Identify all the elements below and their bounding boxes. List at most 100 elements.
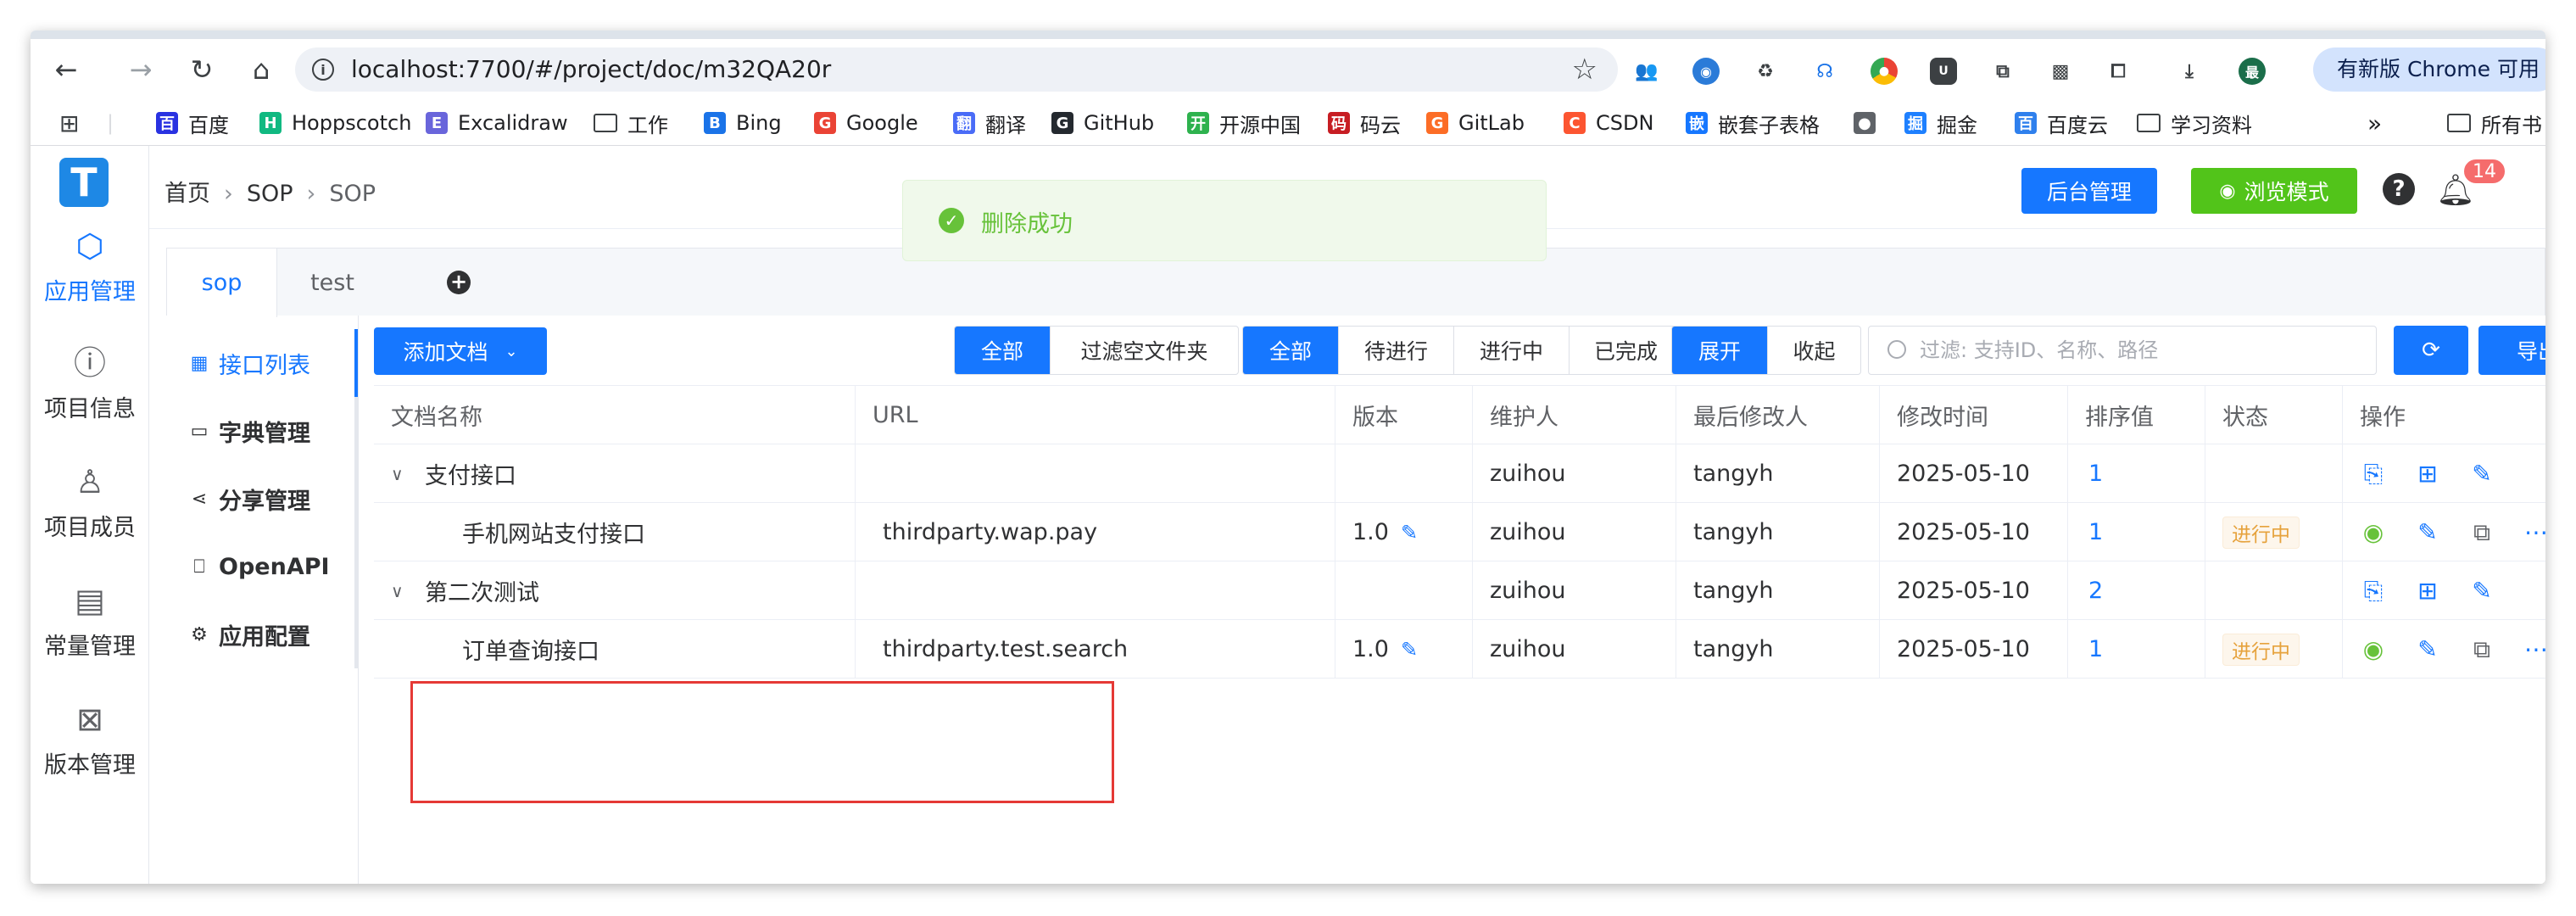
order-value[interactable]: 1 (2088, 461, 2103, 487)
add-folder-icon[interactable]: ⊞ (2412, 576, 2443, 606)
breadcrumb-home[interactable]: 首页 (164, 181, 210, 207)
subnav-item-1[interactable]: ▦ 接口列表 (187, 346, 310, 380)
bookmark-item[interactable]: 开开源中国 (1187, 109, 1301, 137)
preview-mode-button[interactable]: ◉ 浏览模式 (2191, 168, 2357, 214)
bookmark-item[interactable]: 掘掘金 (1904, 109, 1977, 137)
table-row[interactable]: ∨ 支付接口 zuihou tangyh 2025-05-10 1 ⎘ ⊞ ✎ (374, 444, 2545, 503)
bookmark-item[interactable]: G Google (814, 109, 918, 137)
extension-ublock-icon[interactable]: U (1930, 58, 1957, 85)
chrome-update-button[interactable]: 有新版 Chrome 可用 (2313, 47, 2545, 92)
extension-qrcode-icon[interactable]: ▩ (2047, 58, 2074, 85)
extension-recycle-icon[interactable]: ♻ (1752, 58, 1779, 85)
table-row[interactable]: 手机网站支付接口 thirdparty.wap.pay 1.0 ✎ zuihou tang… (374, 503, 2545, 561)
bookmarks-more-icon[interactable]: » (2367, 109, 2382, 137)
nav-item-2[interactable]: ⓘ 项目信息 (31, 344, 149, 423)
subnav-item-3[interactable]: ⋖ 分享管理 (187, 482, 310, 516)
bookmark-star-icon[interactable]: ☆ (1572, 53, 1597, 87)
download-icon[interactable]: ⤓ (2176, 58, 2203, 85)
expand-chevron-icon[interactable]: ∨ (391, 581, 410, 601)
folder-name[interactable]: 支付接口 (425, 457, 516, 490)
extension-globe-icon[interactable]: ◉ (1692, 58, 1720, 85)
app-logo[interactable]: T (59, 158, 109, 207)
status-filter-in-progress[interactable]: 进行中 (1453, 327, 1569, 374)
edit-version-icon[interactable]: ✎ (1401, 521, 1418, 545)
copy-icon[interactable]: ⧉ (2467, 634, 2497, 665)
admin-button[interactable]: 后台管理 (2021, 168, 2157, 214)
extension-chrome-icon[interactable]: ● (1871, 58, 1898, 85)
add-doc-icon[interactable]: ⎘ (2358, 459, 2389, 489)
doc-name[interactable]: 手机网站支付接口 (462, 516, 645, 549)
help-icon[interactable]: ? (2383, 173, 2415, 205)
view-eye-icon[interactable]: ◉ (2358, 517, 2389, 548)
tab-sop[interactable]: sop (167, 249, 277, 317)
extension-headset-icon[interactable]: ☊ (1811, 58, 1838, 85)
bookmark-item[interactable]: E Excalidraw (426, 109, 568, 137)
add-folder-icon[interactable]: ⊞ (2412, 459, 2443, 489)
nav-item-3[interactable]: ♙ 项目成员 (31, 463, 149, 542)
nav-item-5[interactable]: ⊠ 版本管理 (31, 701, 149, 779)
site-info-icon[interactable]: i (312, 59, 334, 81)
table-row[interactable]: 订单查询接口 thirdparty.test.search 1.0 ✎ zuihou ta… (374, 620, 2545, 679)
expand-all-button[interactable]: 展开 (1672, 327, 1767, 374)
bookmark-item[interactable]: B Bing (704, 109, 782, 137)
status-filter-done[interactable]: 已完成 (1569, 327, 1682, 374)
bookmark-item[interactable]: 百百度云 (2015, 109, 2108, 137)
bookmark-item[interactable]: 工作 (594, 109, 668, 137)
add-doc-button[interactable]: 添加文档 ⌄ (374, 327, 547, 375)
order-value[interactable]: 1 (2088, 636, 2103, 662)
refresh-icon[interactable]: ⟳ (2394, 326, 2468, 375)
extension-copy-icon[interactable]: ⧉ (1989, 58, 2016, 85)
status-filter-pending[interactable]: 待进行 (1338, 327, 1453, 374)
edit-icon[interactable]: ✎ (2467, 576, 2497, 606)
order-value[interactable]: 2 (2088, 578, 2103, 604)
bookmark-item[interactable]: C CSDN (1564, 109, 1653, 137)
order-value[interactable]: 1 (2088, 519, 2103, 545)
nav-item-1[interactable]: ⬡ 应用管理 (31, 227, 149, 306)
forward-arrow-icon[interactable]: → (122, 51, 159, 88)
more-icon[interactable]: ⋯ (2521, 517, 2545, 548)
edit-icon[interactable]: ✎ (2412, 634, 2443, 665)
all-bookmarks-folder[interactable]: 所有书 (2447, 109, 2542, 137)
breadcrumb-sop[interactable]: SOP (247, 181, 293, 207)
subnav-item-5[interactable]: ⚙ 应用配置 (187, 617, 310, 651)
bookmark-item[interactable]: ● (1854, 109, 1886, 137)
folder-name[interactable]: 第二次测试 (425, 574, 539, 607)
edit-icon[interactable]: ✎ (2412, 517, 2443, 548)
extension-people-icon[interactable]: 👥 (1633, 58, 1660, 85)
profile-avatar[interactable]: 最 (2239, 58, 2266, 85)
address-url[interactable]: localhost:7700/#/project/doc/m32QA20r (351, 56, 831, 83)
add-tab-icon[interactable]: + (447, 271, 471, 294)
add-doc-icon[interactable]: ⎘ (2358, 576, 2389, 606)
subnav-item-2[interactable]: ▭ 字典管理 (187, 414, 310, 448)
tab-test[interactable]: test (277, 249, 388, 316)
table-row[interactable]: ∨ 第二次测试 zuihou tangyh 2025-05-10 2 ⎘ ⊞ ✎ (374, 561, 2545, 620)
home-icon[interactable]: ⌂ (243, 51, 280, 88)
subnav-item-4[interactable]: ⎕ OpenAPI (187, 550, 329, 584)
edit-icon[interactable]: ✎ (2467, 459, 2497, 489)
apps-grid-icon[interactable]: ⊞ (59, 109, 79, 137)
view-eye-icon[interactable]: ◉ (2358, 634, 2389, 665)
expand-chevron-icon[interactable]: ∨ (391, 464, 410, 484)
extensions-puzzle-icon[interactable]: ⧠ (2105, 58, 2132, 85)
nav-item-4[interactable]: ▤ 常量管理 (31, 582, 149, 661)
bookmark-item[interactable]: G GitHub (1051, 109, 1154, 137)
export-button[interactable]: 导出 (2478, 326, 2545, 375)
bookmark-item[interactable]: 码码云 (1328, 109, 1401, 137)
filter-all-folders[interactable]: 全部 (955, 327, 1050, 374)
status-filter-all[interactable]: 全部 (1243, 327, 1338, 374)
doc-name[interactable]: 订单查询接口 (462, 633, 599, 666)
bookmark-item[interactable]: G GitLab (1426, 109, 1525, 137)
back-arrow-icon[interactable]: ← (47, 51, 85, 88)
collapse-all-button[interactable]: 收起 (1767, 327, 1860, 374)
bookmark-item[interactable]: 翻翻译 (953, 109, 1026, 137)
copy-icon[interactable]: ⧉ (2467, 517, 2497, 548)
bookmark-item[interactable]: 嵌嵌套子表格 (1686, 109, 1820, 137)
edit-version-icon[interactable]: ✎ (1401, 638, 1418, 662)
filter-empty-folders[interactable]: 过滤空文件夹 (1050, 327, 1238, 374)
bookmark-item[interactable]: 学习资料 (2137, 109, 2252, 137)
bookmark-item[interactable]: 百百度 (156, 109, 229, 137)
address-bar[interactable]: i localhost:7700/#/project/doc/m32QA20r … (295, 47, 1618, 92)
reload-icon[interactable]: ↻ (183, 51, 220, 88)
more-icon[interactable]: ⋯ (2521, 634, 2545, 665)
filter-search-input[interactable] (1920, 335, 2361, 366)
